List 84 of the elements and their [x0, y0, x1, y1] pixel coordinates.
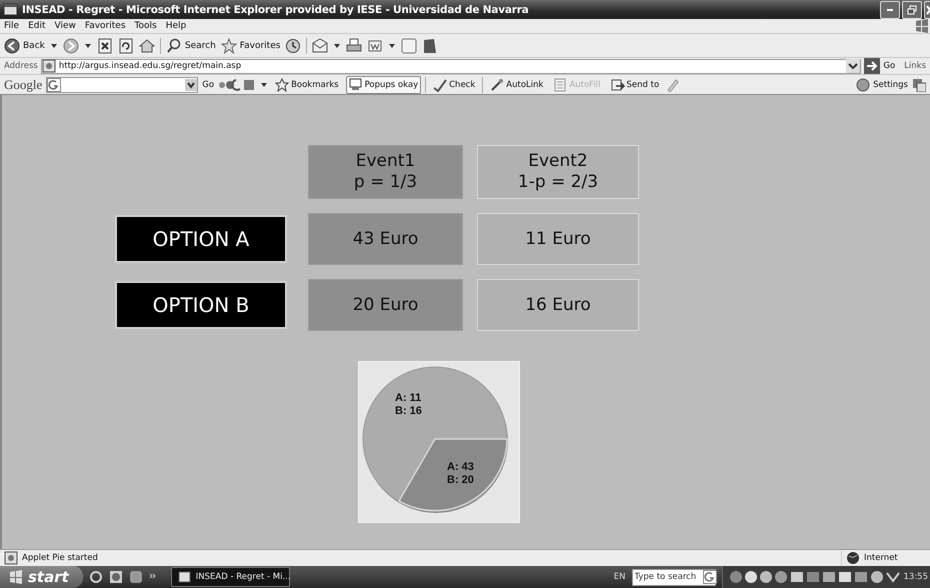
payoff-cell: 16 Euro: [477, 279, 639, 331]
clock: 13:55: [904, 572, 928, 582]
toolbar-button[interactable]: Check: [430, 76, 478, 94]
app-icon[interactable]: [128, 570, 143, 584]
restore-button[interactable]: [902, 0, 922, 18]
taskbar-button[interactable]: INSEAD - Regret - Mi...: [170, 567, 290, 587]
probability-label: 1-p = 2/3: [518, 172, 598, 193]
caret-icon[interactable]: [333, 42, 342, 50]
minimize-button[interactable]: [880, 0, 900, 18]
slice-label: A: 11 B: 16: [395, 392, 422, 418]
go-button[interactable]: Go: [202, 80, 214, 90]
g-icon: [702, 570, 716, 584]
toolbar-button[interactable]: Bookmarks: [272, 76, 342, 94]
caret-icon[interactable]: [388, 42, 396, 50]
circle-icon: [856, 78, 870, 92]
menu-item[interactable]: Edit: [28, 21, 46, 31]
document-icon[interactable]: [367, 38, 384, 54]
search-button[interactable]: Search: [166, 38, 216, 54]
refresh-icon[interactable]: [118, 38, 134, 54]
menu-item[interactable]: Tools: [134, 21, 157, 31]
toolbar-button[interactable]: Send to: [608, 76, 662, 94]
event-name: Event1: [356, 151, 416, 172]
status-text: Applet Pie started: [22, 553, 98, 563]
globe-icon: [846, 551, 860, 565]
language-indicator[interactable]: EN: [614, 572, 626, 582]
windows-logo-icon: [914, 18, 930, 34]
note-icon[interactable]: [401, 38, 418, 54]
browser-icon: [178, 570, 192, 584]
star-icon: [275, 78, 290, 92]
dropdown-icon: [185, 78, 198, 90]
favorites-button[interactable]: Favorites: [220, 38, 280, 54]
event-name: Event2: [528, 151, 588, 172]
spellcheck-icon: [433, 78, 448, 92]
history-icon[interactable]: [285, 38, 302, 54]
page-icon: [42, 59, 56, 73]
chevron-icon[interactable]: [148, 573, 157, 581]
zone-label: Internet: [864, 553, 898, 563]
caret-icon[interactable]: [260, 80, 268, 88]
form-icon: [553, 78, 568, 92]
toolbar-button[interactable]: Popups okay: [346, 76, 422, 94]
search-field[interactable]: [46, 76, 198, 92]
links-button[interactable]: Links: [904, 61, 926, 71]
home-icon[interactable]: [138, 38, 155, 54]
search-field[interactable]: Type to search: [632, 568, 716, 586]
stop-icon[interactable]: [96, 38, 113, 54]
printer-icon[interactable]: [346, 38, 362, 54]
window-title: INSEAD - Regret - Microsoft Internet Explorer provided by IESE - Universidad de Navarra: [22, 4, 529, 16]
payoff-cell: 43 Euro: [308, 213, 463, 265]
browser-icon[interactable]: [88, 570, 103, 584]
wand-icon: [490, 78, 504, 92]
address-label: Address: [4, 61, 38, 71]
go-button[interactable]: Go: [864, 58, 896, 74]
caret-icon[interactable]: [84, 42, 92, 50]
menu-item[interactable]: Favorites: [84, 21, 126, 31]
caret-icon[interactable]: [50, 42, 58, 50]
g-dropdown-icon: [47, 78, 62, 92]
mail-icon[interactable]: [312, 38, 328, 54]
window-icon: [348, 78, 363, 92]
slice-label: A: 43 B: 20: [447, 461, 474, 487]
star-icon: [220, 38, 237, 54]
menu-item[interactable]: File: [4, 21, 20, 31]
option-label: OPTION A: [115, 215, 287, 263]
windows-logo-icon: [8, 569, 24, 585]
back-button[interactable]: Back: [4, 38, 45, 54]
settings-button[interactable]: Settings: [856, 78, 908, 92]
menu-item[interactable]: Help: [166, 21, 186, 31]
probability-label: p = 1/3: [354, 172, 418, 193]
address-field[interactable]: http://argus.insead.edu.sg/regret/main.asp: [40, 58, 862, 74]
toolbar-tools-icon[interactable]: [218, 76, 256, 92]
option-label: OPTION B: [115, 281, 287, 329]
go-arrow-icon: [864, 58, 880, 74]
start-button[interactable]: start: [0, 566, 83, 588]
minimize-icon: [887, 8, 893, 10]
dropdown-icon: [846, 59, 860, 73]
toolbar-button[interactable]: AutoLink: [487, 76, 546, 94]
payoff-cell: 20 Euro: [308, 279, 463, 331]
restore-icon: [907, 4, 917, 14]
search-icon: [166, 38, 182, 54]
google-logo: Google: [4, 76, 42, 92]
browser-icon: [3, 2, 18, 17]
payoff-cell: 11 Euro: [477, 213, 639, 265]
send-icon: [610, 78, 625, 92]
page-icon: [4, 551, 18, 565]
menu-item[interactable]: View: [54, 21, 76, 31]
